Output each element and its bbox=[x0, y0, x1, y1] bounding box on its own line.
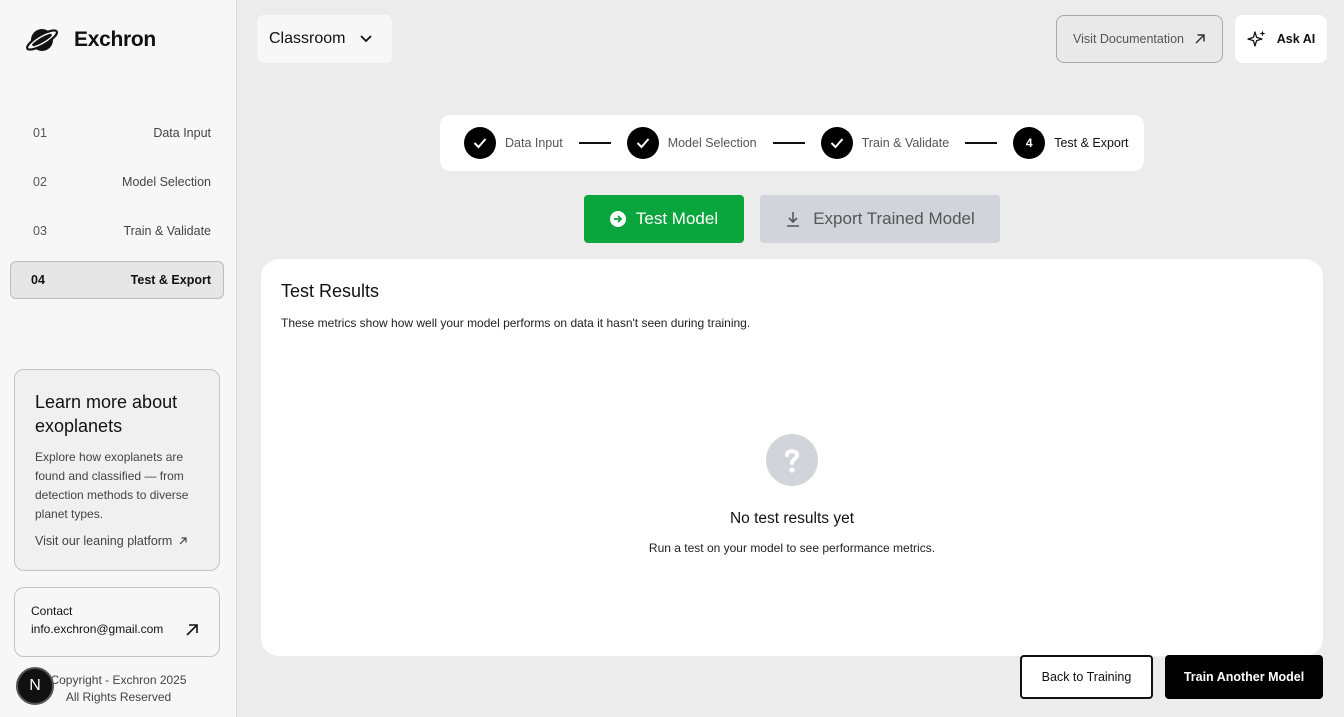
results-description: These metrics show how well your model p… bbox=[281, 316, 751, 330]
mode-select-value: Classroom bbox=[269, 30, 346, 47]
sidebar-item-number: 02 bbox=[33, 175, 47, 189]
external-arrow-icon bbox=[186, 624, 198, 636]
step-connector bbox=[578, 142, 611, 144]
learn-card-text: Explore how exoplanets are found and cla… bbox=[35, 450, 189, 521]
contact-email: info.exchron@gmail.com bbox=[31, 622, 164, 636]
results-title: Test Results bbox=[281, 281, 380, 301]
step-connector bbox=[772, 142, 805, 144]
sparkle-icon bbox=[1247, 30, 1266, 47]
back-to-training-button[interactable]: Back to Training bbox=[1020, 655, 1153, 699]
step-data-input[interactable]: Data Input bbox=[464, 127, 563, 159]
learn-card-title: Learn more about exoplanets bbox=[35, 392, 178, 436]
check-icon bbox=[626, 127, 659, 159]
brand-name: Exchron bbox=[74, 28, 156, 51]
test-model-button[interactable]: Test Model bbox=[584, 195, 744, 243]
sidebar: Exchron 01 Data Input 02 Model Selection… bbox=[0, 0, 237, 717]
ask-ai-label: Ask AI bbox=[1276, 32, 1316, 46]
progress-stepper: Data Input Model Selection Train & Valid… bbox=[440, 115, 1144, 171]
sidebar-item-number: 03 bbox=[33, 224, 47, 238]
step-connector bbox=[965, 142, 998, 144]
external-arrow-icon bbox=[179, 537, 187, 545]
test-results-panel: Test Results These metrics show how well… bbox=[261, 259, 1323, 656]
external-arrow-icon bbox=[1195, 34, 1205, 44]
planet-icon bbox=[25, 29, 59, 51]
sidebar-item-test-export[interactable]: 04 Test & Export bbox=[10, 261, 224, 299]
sidebar-item-label: Data Input bbox=[153, 126, 211, 140]
brand[interactable]: Exchron bbox=[24, 24, 156, 56]
sidebar-nav: 01 Data Input 02 Model Selection 03 Trai… bbox=[10, 114, 224, 310]
check-icon bbox=[820, 127, 853, 159]
arrow-right-circle-icon bbox=[609, 211, 626, 227]
step-test-export[interactable]: 4 Test & Export bbox=[1013, 127, 1129, 159]
sidebar-item-data-input[interactable]: 01 Data Input bbox=[10, 114, 224, 152]
step-label: Test & Export bbox=[1054, 136, 1129, 150]
export-trained-model-button[interactable]: Export Trained Model bbox=[760, 195, 1000, 243]
step-label: Train & Validate bbox=[861, 136, 950, 150]
contact-card[interactable]: Contact info.exchron@gmail.com bbox=[14, 587, 220, 657]
mode-select[interactable]: Classroom bbox=[257, 15, 392, 63]
train-another-model-button[interactable]: Train Another Model bbox=[1165, 655, 1323, 699]
chevron-down-icon bbox=[360, 35, 373, 43]
sidebar-item-number: 04 bbox=[31, 273, 45, 287]
contact-label: Contact bbox=[31, 604, 73, 618]
download-icon bbox=[787, 212, 800, 227]
test-model-label: Test Model bbox=[635, 209, 719, 228]
sidebar-item-label: Test & Export bbox=[130, 273, 211, 287]
export-model-label: Export Trained Model bbox=[813, 209, 975, 228]
ask-ai-button[interactable]: Ask AI bbox=[1235, 15, 1327, 63]
step-number: 4 bbox=[1013, 127, 1046, 159]
step-model-selection[interactable]: Model Selection bbox=[626, 127, 757, 159]
sidebar-item-number: 01 bbox=[33, 126, 47, 140]
step-label: Data Input bbox=[505, 136, 563, 150]
sidebar-item-model-selection[interactable]: 02 Model Selection bbox=[10, 163, 224, 201]
n-badge[interactable]: N bbox=[16, 667, 54, 705]
empty-state-text: Run a test on your model to see performa… bbox=[648, 541, 936, 555]
learn-link-label: Visit our leaning platform bbox=[35, 534, 173, 548]
doc-button-label: Visit Documentation bbox=[1073, 32, 1184, 46]
step-label: Model Selection bbox=[667, 136, 757, 150]
learn-platform-link[interactable]: Visit our leaning platform bbox=[35, 534, 199, 548]
sidebar-item-train-validate[interactable]: 03 Train & Validate bbox=[10, 212, 224, 250]
check-icon bbox=[464, 127, 496, 159]
sidebar-item-label: Train & Validate bbox=[123, 224, 211, 238]
visit-documentation-button[interactable]: Visit Documentation bbox=[1056, 15, 1223, 63]
question-mark-icon bbox=[766, 434, 818, 486]
empty-state-title: No test results yet bbox=[729, 510, 855, 527]
learn-card: Learn more about exoplanets Explore how … bbox=[14, 369, 220, 571]
sidebar-item-label: Model Selection bbox=[122, 175, 211, 189]
step-train-validate[interactable]: Train & Validate bbox=[820, 127, 950, 159]
